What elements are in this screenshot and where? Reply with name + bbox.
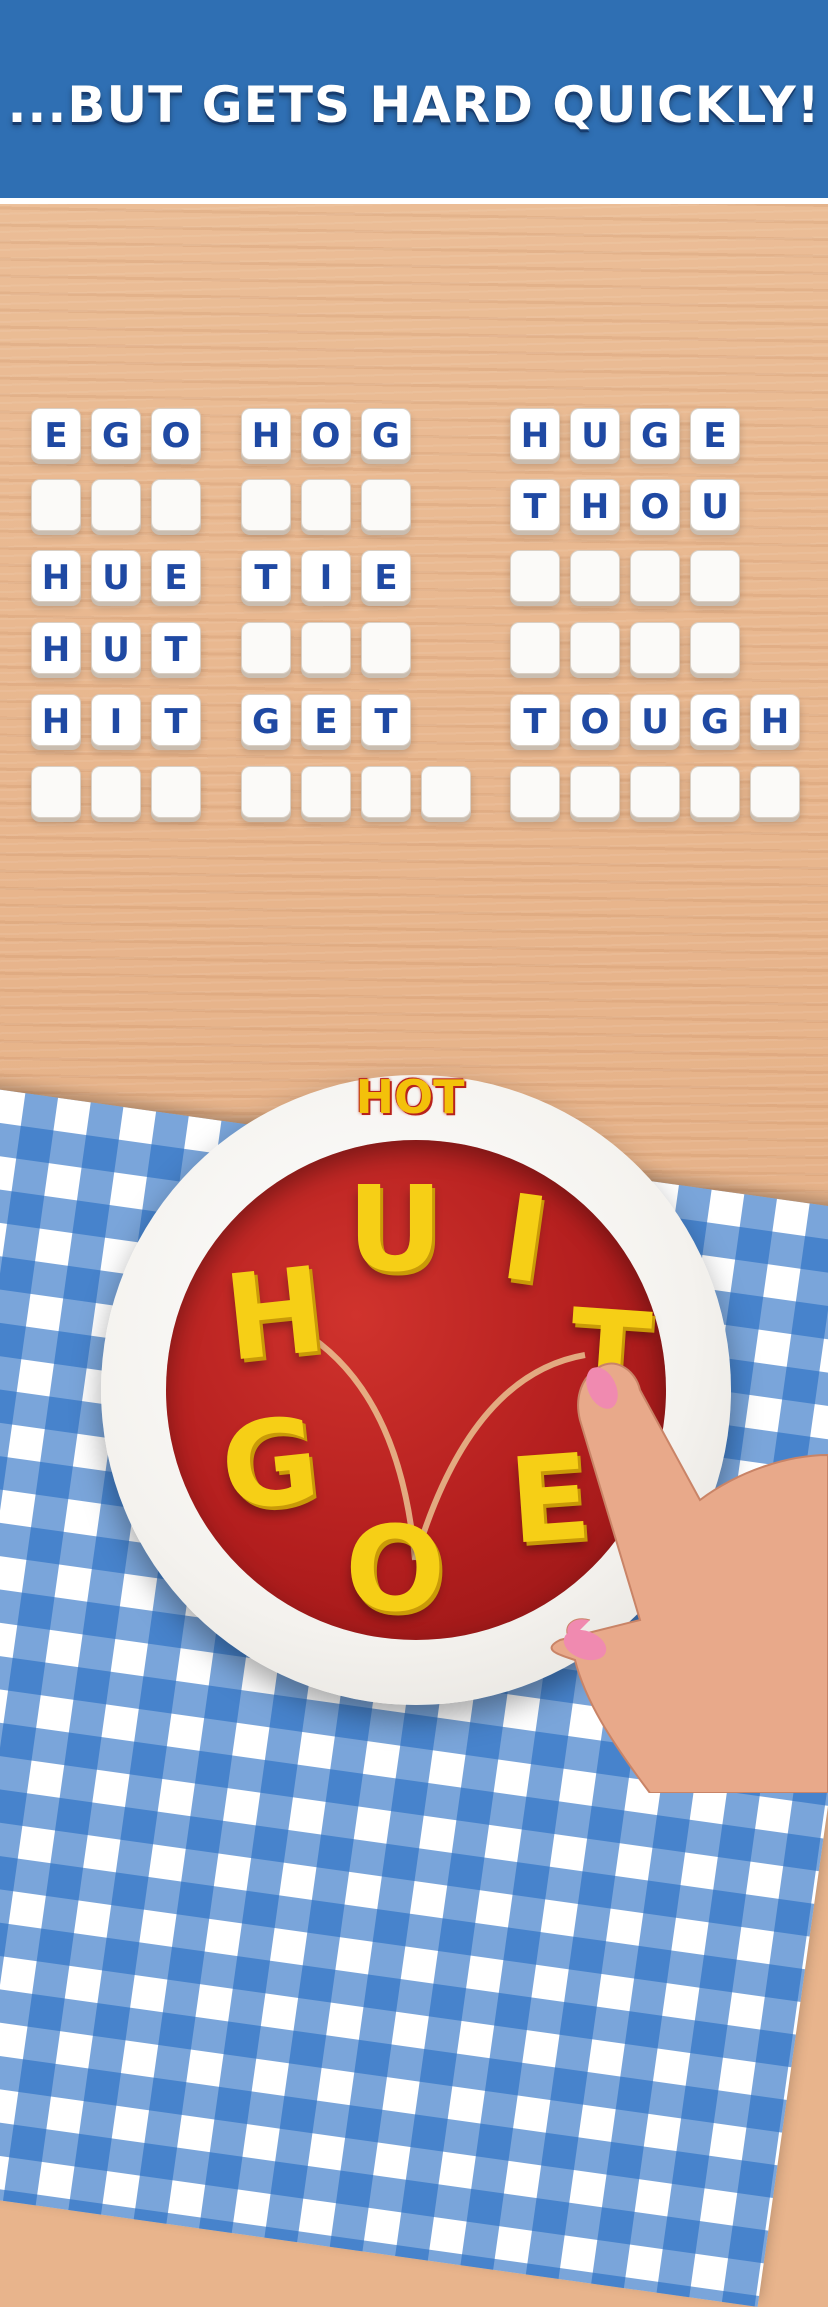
pointing-hand-icon bbox=[550, 1362, 828, 1793]
